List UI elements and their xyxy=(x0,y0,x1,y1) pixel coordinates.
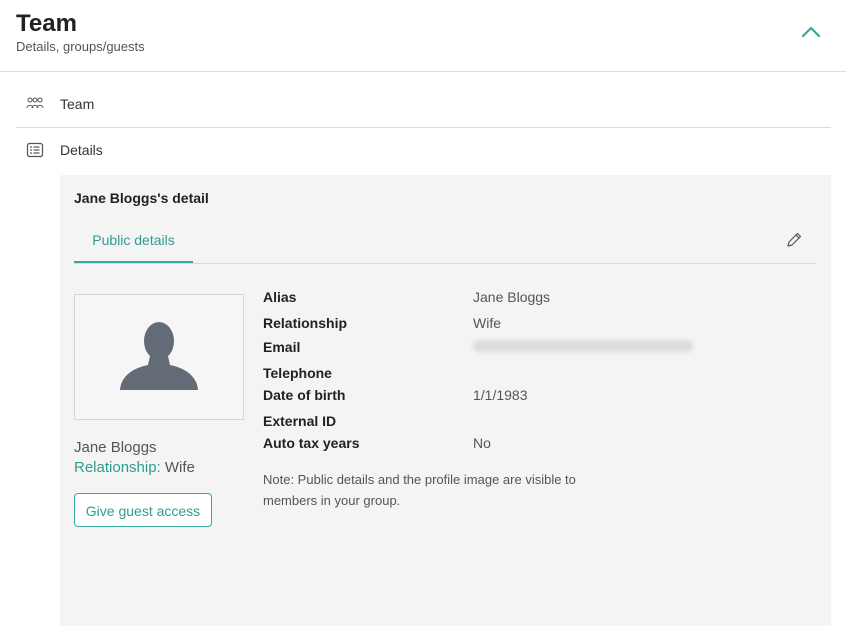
alias-value: Jane Bloggs xyxy=(473,289,551,305)
list-icon xyxy=(26,142,44,158)
telephone-label: Telephone xyxy=(263,365,332,381)
section-header: Team Details, groups/guests xyxy=(0,0,846,72)
tab-bar: Public details xyxy=(74,219,816,264)
profile-relationship: Relationship: Wife xyxy=(74,459,195,476)
person-silhouette-icon xyxy=(120,322,198,390)
external-id-label: External ID xyxy=(263,413,337,429)
email-label: Email xyxy=(263,339,301,355)
profile-image xyxy=(74,294,244,420)
people-icon xyxy=(26,97,44,109)
profile-name: Jane Bloggs xyxy=(74,439,157,456)
relationship-label: Relationship: xyxy=(74,459,161,476)
chevron-up-icon xyxy=(801,26,821,38)
alias-label: Alias xyxy=(263,289,297,305)
page-title: Team xyxy=(16,10,77,37)
tab-public-details[interactable]: Public details xyxy=(74,219,193,263)
details-panel: Jane Bloggs's detail Public details Jane… xyxy=(60,175,831,626)
page-subtitle: Details, groups/guests xyxy=(16,39,145,54)
edit-button[interactable] xyxy=(784,230,804,250)
collapse-button[interactable] xyxy=(796,16,826,46)
email-value-redacted xyxy=(473,340,693,352)
nav-item-team-label: Team xyxy=(60,96,95,112)
nav-item-team[interactable]: Team xyxy=(16,82,831,128)
panel-title: Jane Bloggs's detail xyxy=(74,190,209,206)
visibility-note: Note: Public details and the profile ima… xyxy=(263,472,576,508)
dob-label: Date of birth xyxy=(263,387,346,403)
dob-value: 1/1/1983 xyxy=(473,387,528,403)
auto-tax-years-label: Auto tax years xyxy=(263,435,360,451)
relationship-value: Wife xyxy=(164,459,195,476)
nav-item-details-label: Details xyxy=(60,142,103,158)
pencil-icon xyxy=(787,232,802,247)
auto-tax-years-value: No xyxy=(473,435,491,451)
nav-item-details[interactable]: Details xyxy=(16,128,831,174)
give-guest-access-button[interactable]: Give guest access xyxy=(74,493,212,527)
relationship-field-label: Relationship xyxy=(263,315,348,331)
relationship-field-value: Wife xyxy=(473,315,501,331)
